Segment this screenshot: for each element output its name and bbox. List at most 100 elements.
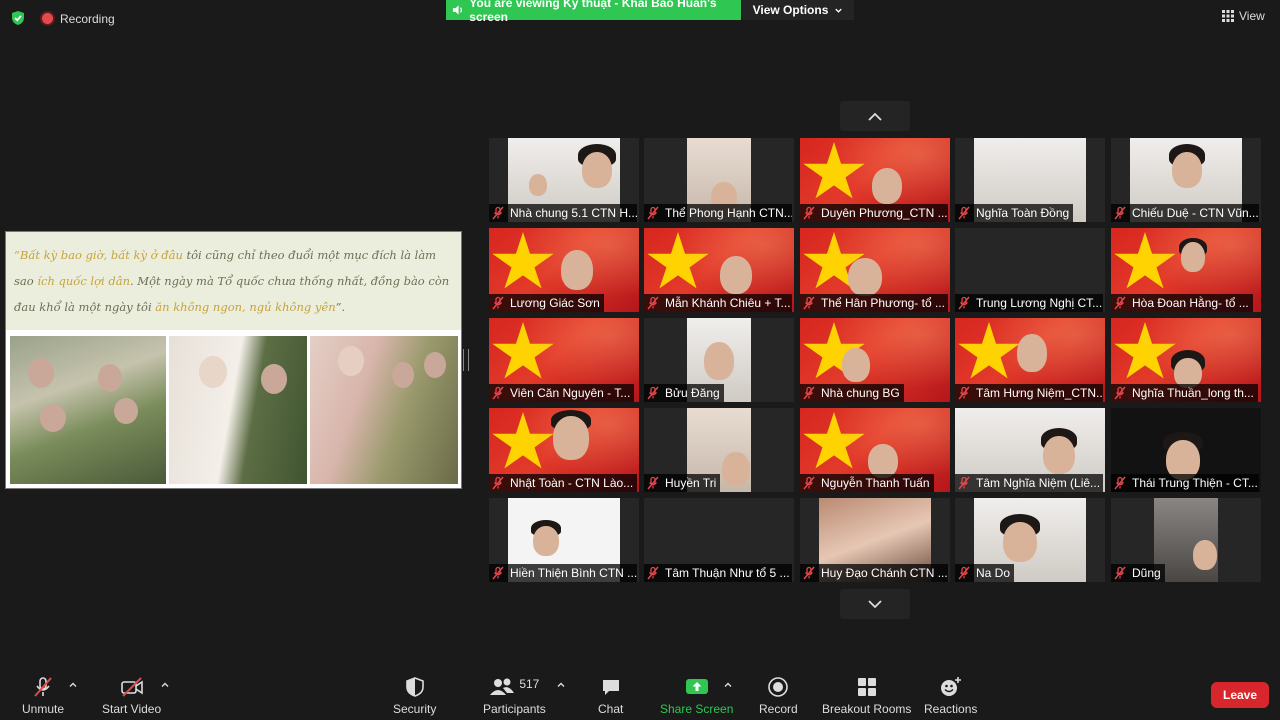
audio-options-chevron-icon[interactable] bbox=[68, 680, 78, 690]
participant-name-label: Nghĩa Toàn Đồng bbox=[976, 206, 1070, 220]
start-video-button[interactable]: Start Video bbox=[102, 676, 161, 716]
participants-options-chevron-icon[interactable] bbox=[556, 680, 566, 690]
participant-tile[interactable]: Nghĩa Thuần_long th... bbox=[1111, 318, 1261, 402]
participant-tile[interactable]: Viên Căn Nguyên - T... bbox=[489, 318, 639, 402]
shield-check-icon[interactable] bbox=[10, 10, 26, 26]
participant-name: Tâm Nghĩa Niệm (Liê... bbox=[955, 474, 1103, 492]
reactions-button[interactable]: Reactions bbox=[924, 676, 977, 716]
share-options-chevron-icon[interactable] bbox=[723, 680, 733, 690]
recording-indicator-icon bbox=[42, 13, 53, 24]
participant-name: Thái Trung Thiện - CT... bbox=[1111, 474, 1259, 492]
view-options-button[interactable]: View Options bbox=[742, 0, 854, 20]
participant-name: Trung Lương Nghị CT... bbox=[955, 294, 1103, 312]
mic-muted-icon bbox=[492, 206, 504, 220]
participant-name-label: Nhà chung 5.1 CTN H... bbox=[510, 206, 637, 220]
share-screen-label: Share Screen bbox=[660, 702, 734, 716]
mic-muted-icon bbox=[34, 677, 52, 697]
participant-tile[interactable]: Nghĩa Toàn Đồng bbox=[955, 138, 1105, 222]
leave-label: Leave bbox=[1222, 688, 1258, 702]
participant-tile[interactable]: Na Do bbox=[955, 498, 1105, 582]
participants-label: Participants bbox=[483, 702, 546, 716]
mic-muted-icon bbox=[492, 566, 504, 580]
participant-name: Duyên Phương_CTN ... bbox=[800, 204, 948, 222]
participant-tile[interactable]: Hiền Thiện Bình CTN ... bbox=[489, 498, 639, 582]
leave-button[interactable]: Leave bbox=[1211, 682, 1269, 708]
participant-name: Dũng bbox=[1111, 564, 1165, 582]
banner-text: You are viewing Kỹ thuật - Khải Bảo Huấn… bbox=[469, 0, 717, 24]
grid-icon bbox=[1222, 10, 1234, 22]
quote-highlight: ích quốc lợi dân bbox=[37, 274, 130, 288]
participant-tile[interactable]: Thể Hân Phương- tổ ... bbox=[800, 228, 950, 312]
view-button[interactable]: View bbox=[1222, 9, 1265, 23]
participant-tile[interactable]: Huyền Tri bbox=[644, 408, 794, 492]
shield-icon bbox=[405, 677, 424, 697]
start-video-label: Start Video bbox=[102, 702, 162, 716]
participant-name: Nhật Toàn - CTN Lào... bbox=[489, 474, 637, 492]
reactions-label: Reactions bbox=[924, 702, 978, 716]
participant-name-label: Na Do bbox=[976, 566, 1011, 580]
participant-name: Huy Đạo Chánh CTN ... bbox=[800, 564, 948, 582]
participant-name: Tâm Thuận Như tổ 5 ... bbox=[644, 564, 792, 582]
participant-name-label: Tâm Thuận Như tổ 5 ... bbox=[665, 566, 790, 580]
participant-name: Lương Giác Sơn bbox=[489, 294, 604, 312]
chat-button[interactable]: Chat bbox=[598, 676, 623, 716]
participant-tile[interactable]: Nhật Toàn - CTN Lào... bbox=[489, 408, 639, 492]
record-button[interactable]: Record bbox=[759, 676, 798, 716]
mic-muted-icon bbox=[803, 476, 815, 490]
participant-name-label: Nhật Toàn - CTN Lào... bbox=[510, 476, 634, 490]
participant-tile[interactable]: Duyên Phương_CTN ... bbox=[800, 138, 950, 222]
historical-photo bbox=[10, 336, 166, 484]
unmute-button[interactable]: Unmute bbox=[22, 676, 64, 716]
security-label: Security bbox=[393, 702, 437, 716]
participant-tile[interactable]: Tâm Thuận Như tổ 5 ... bbox=[644, 498, 794, 582]
participant-name-label: Thể Hân Phương- tổ ... bbox=[821, 296, 945, 310]
mic-muted-icon bbox=[647, 476, 659, 490]
participant-name-label: Hiền Thiện Bình CTN ... bbox=[510, 566, 637, 580]
participant-tile[interactable]: Thái Trung Thiện - CT... bbox=[1111, 408, 1261, 492]
chat-label: Chat bbox=[598, 702, 624, 716]
mic-muted-icon bbox=[803, 206, 815, 220]
participant-tile[interactable]: Nhà chung BG bbox=[800, 318, 950, 402]
participant-tile[interactable]: Thể Phong Hạnh CTN... bbox=[644, 138, 794, 222]
participant-name: Viên Căn Nguyên - T... bbox=[489, 384, 635, 402]
participant-tile[interactable]: Hòa Đoan Hằng- tổ ... bbox=[1111, 228, 1261, 312]
quote-part: “Bất kỳ bao giờ, bất kỳ ở đâu bbox=[14, 248, 187, 262]
participant-tile[interactable]: Nguyễn Thanh Tuấn bbox=[800, 408, 950, 492]
mic-muted-icon bbox=[958, 206, 970, 220]
participant-name-label: Viên Căn Nguyên - T... bbox=[510, 386, 631, 400]
participant-name: Mẫn Khánh Chiêu + T... bbox=[644, 294, 792, 312]
participant-name-label: Nguyễn Thanh Tuấn bbox=[821, 476, 930, 490]
participant-name-label: Chiếu Duệ - CTN Vũn... bbox=[1132, 206, 1259, 220]
participant-tile[interactable]: Nhà chung 5.1 CTN H... bbox=[489, 138, 639, 222]
participant-name: Na Do bbox=[955, 564, 1015, 582]
participant-tile[interactable]: Tâm Nghĩa Niệm (Liê... bbox=[955, 408, 1105, 492]
panel-splitter-handle[interactable] bbox=[463, 349, 469, 371]
mic-muted-icon bbox=[958, 386, 970, 400]
participant-tile[interactable]: Huy Đạo Chánh CTN ... bbox=[800, 498, 950, 582]
participants-button[interactable]: 517 Participants bbox=[483, 676, 546, 716]
participant-tile[interactable]: Trung Lương Nghị CT... bbox=[955, 228, 1105, 312]
gallery-prev-page-button[interactable] bbox=[840, 101, 910, 131]
mic-muted-icon bbox=[647, 386, 659, 400]
participant-name-label: Tâm Hưng Niệm_CTN... bbox=[976, 386, 1103, 400]
breakout-rooms-button[interactable]: Breakout Rooms bbox=[822, 676, 911, 716]
view-options-label: View Options bbox=[752, 3, 829, 17]
participant-tile[interactable]: Tâm Hưng Niệm_CTN... bbox=[955, 318, 1105, 402]
mic-muted-icon bbox=[647, 566, 659, 580]
participant-name: Hòa Đoan Hằng- tổ ... bbox=[1111, 294, 1253, 312]
participant-name: Nghĩa Toàn Đồng bbox=[955, 204, 1074, 222]
participant-name-label: Nghĩa Thuần_long th... bbox=[1132, 386, 1254, 400]
mic-muted-icon bbox=[647, 206, 659, 220]
participants-icon bbox=[490, 678, 515, 695]
security-button[interactable]: Security bbox=[393, 676, 436, 716]
participant-tile[interactable]: Chiếu Duệ - CTN Vũn... bbox=[1111, 138, 1261, 222]
view-label: View bbox=[1239, 9, 1265, 23]
video-options-chevron-icon[interactable] bbox=[160, 680, 170, 690]
participant-name-label: Mẫn Khánh Chiêu + T... bbox=[665, 296, 791, 310]
gallery-next-page-button[interactable] bbox=[840, 589, 910, 619]
participant-tile[interactable]: Mẫn Khánh Chiêu + T... bbox=[644, 228, 794, 312]
participant-tile[interactable]: Bửu Đăng bbox=[644, 318, 794, 402]
participant-tile[interactable]: Lương Giác Sơn bbox=[489, 228, 639, 312]
mic-muted-icon bbox=[803, 296, 815, 310]
participant-tile[interactable]: Dũng bbox=[1111, 498, 1261, 582]
